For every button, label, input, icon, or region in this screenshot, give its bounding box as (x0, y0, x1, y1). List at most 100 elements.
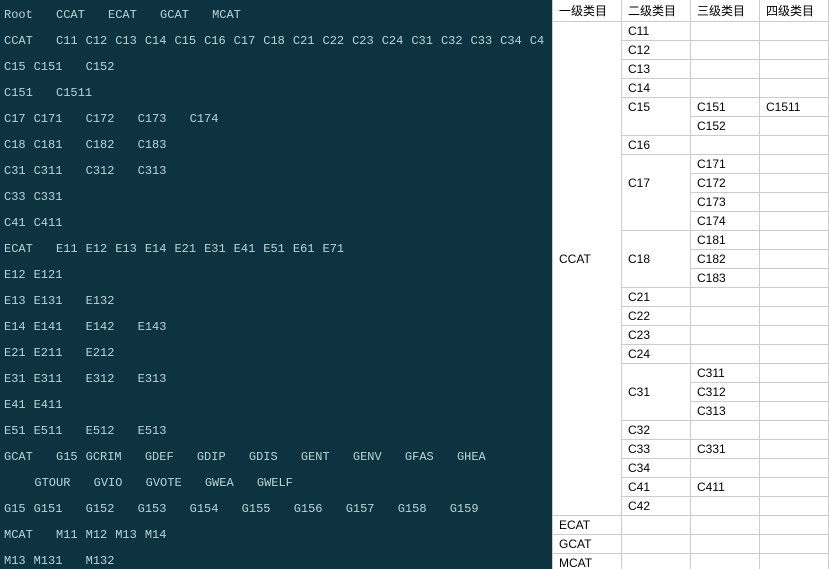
cell-l2: C15 (622, 98, 691, 117)
hierarchy-token: C311 (34, 158, 63, 184)
cell-l4 (760, 22, 829, 41)
cell-l3: C312 (691, 383, 760, 402)
hierarchy-token (41, 236, 48, 262)
cell-l2 (622, 516, 691, 535)
cell-l2: C17 (622, 174, 691, 193)
cell-l3: C411 (691, 478, 760, 497)
table-row: C313 (553, 402, 829, 421)
hierarchy-token: C31 (411, 28, 433, 54)
hierarchy-token: GVOTE (146, 470, 182, 496)
hierarchy-token: M13 (115, 522, 137, 548)
cell-l4 (760, 250, 829, 269)
table-header-row: 一级类目 二级类目 三级类目 四级类目 (553, 0, 829, 22)
hierarchy-token: C14 (145, 28, 167, 54)
table-row: C34 (553, 459, 829, 478)
cell-l1 (553, 98, 622, 117)
cell-l1 (553, 41, 622, 60)
cell-l3: C181 (691, 231, 760, 250)
hierarchy-token: GTOUR (34, 470, 70, 496)
hierarchy-token: C411 (34, 210, 63, 236)
hierarchy-token: C21 (293, 28, 315, 54)
cell-l3 (691, 79, 760, 98)
hierarchy-token: C15 (174, 28, 196, 54)
hierarchy-token (130, 470, 137, 496)
hierarchy-token: G152 (86, 496, 115, 522)
cell-l4 (760, 288, 829, 307)
cell-l3: C171 (691, 155, 760, 174)
hierarchy-token (70, 288, 77, 314)
hierarchy-token: G157 (346, 496, 375, 522)
hierarchy-token (122, 314, 129, 340)
hierarchy-token (41, 80, 48, 106)
table-row: C13 (553, 60, 829, 79)
hierarchy-token: GCRIM (86, 444, 122, 470)
hierarchy-token (122, 158, 129, 184)
cell-l2: C23 (622, 326, 691, 345)
hierarchy-token (182, 444, 189, 470)
hierarchy-token (122, 132, 129, 158)
cell-l2: C14 (622, 79, 691, 98)
hierarchy-token: C33 (471, 28, 493, 54)
hierarchy-token: E121 (34, 262, 63, 288)
cell-l4 (760, 440, 829, 459)
hierarchy-token (70, 496, 77, 522)
table-row: C17C172 (553, 174, 829, 193)
hierarchy-token: M13 (4, 548, 26, 569)
hierarchy-token (41, 444, 48, 470)
hierarchy-token: GFAS (405, 444, 434, 470)
hierarchy-token: E313 (138, 366, 167, 392)
cell-l3 (691, 307, 760, 326)
cell-l1 (553, 459, 622, 478)
hierarchy-token: G151 (34, 496, 63, 522)
table-row: C32 (553, 421, 829, 440)
hierarchy-token: GDEF (145, 444, 174, 470)
hierarchy-token: E12 (86, 236, 108, 262)
table-row: C174 (553, 212, 829, 231)
cell-l1: ECAT (553, 516, 622, 535)
cell-l2: C11 (622, 22, 691, 41)
hierarchy-token (122, 418, 129, 444)
cell-l4 (760, 307, 829, 326)
cell-l3 (691, 60, 760, 79)
cell-l3 (691, 288, 760, 307)
hierarchy-token: C33 (4, 184, 26, 210)
table-row: C11 (553, 22, 829, 41)
table-row: C181 (553, 231, 829, 250)
cell-l2: C32 (622, 421, 691, 440)
hierarchy-token: C22 (323, 28, 345, 54)
hierarchy-token (41, 2, 48, 28)
hierarchy-row: C41C411 (4, 210, 548, 236)
cell-l2: C18 (622, 250, 691, 269)
cell-l4 (760, 212, 829, 231)
hierarchy-token (70, 366, 77, 392)
table-row: C152 (553, 117, 829, 136)
hierarchy-row: Root CCAT ECAT GCAT MCAT (4, 2, 548, 28)
cell-l1 (553, 478, 622, 497)
hierarchy-token: C4 (530, 28, 544, 54)
hierarchy-token: C313 (138, 158, 167, 184)
table-row: C33C331 (553, 440, 829, 459)
hierarchy-token (122, 496, 129, 522)
cell-l3 (691, 22, 760, 41)
cell-l3 (691, 345, 760, 364)
hierarchy-token (70, 340, 77, 366)
cell-l4 (760, 41, 829, 60)
cell-l4 (760, 345, 829, 364)
hierarchy-token: C182 (86, 132, 115, 158)
hierarchy-token: E131 (34, 288, 63, 314)
hierarchy-token (278, 496, 285, 522)
cell-l1: CCAT (553, 250, 622, 269)
hierarchy-token: GHEA (457, 444, 486, 470)
hierarchy-token: GDIP (197, 444, 226, 470)
hierarchy-row: E41E411 (4, 392, 548, 418)
cell-l3: C174 (691, 212, 760, 231)
cell-l4 (760, 383, 829, 402)
cell-l4 (760, 421, 829, 440)
cell-l2: C22 (622, 307, 691, 326)
hierarchy-token: G158 (398, 496, 427, 522)
cell-l4 (760, 554, 829, 569)
cell-l2: C16 (622, 136, 691, 155)
hierarchy-token: C151 (34, 54, 63, 80)
cell-l3: C151 (691, 98, 760, 117)
hierarchy-row: ECAT E11E12E13E14E21E31E41E51E61E71 (4, 236, 548, 262)
